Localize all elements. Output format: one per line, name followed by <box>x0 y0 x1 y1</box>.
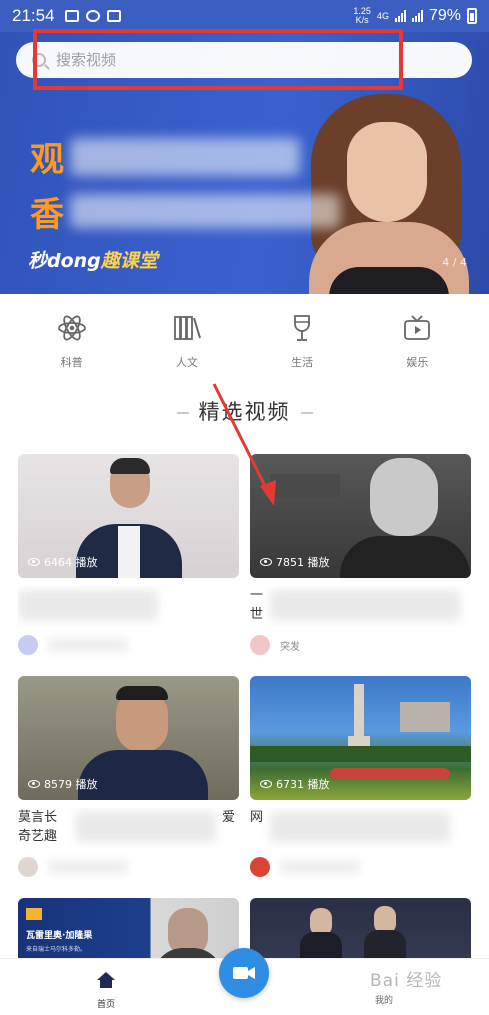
category-science[interactable]: 科普 <box>27 294 117 380</box>
author-name-blurred <box>48 638 128 652</box>
home-icon <box>97 972 115 988</box>
nav-home[interactable]: 首页 <box>84 971 128 1010</box>
video-author[interactable] <box>250 856 471 878</box>
view-count-text: 8579 播放 <box>44 778 98 791</box>
view-count: 7851 播放 <box>260 554 330 570</box>
author-name-blurred <box>48 860 128 874</box>
video-author[interactable] <box>18 856 239 878</box>
signal-icon <box>394 10 406 22</box>
record-video-button[interactable] <box>219 948 269 998</box>
banner-title-blur-2 <box>70 194 340 228</box>
status-bar: 21:54 1.25 K/s 4G 79% <box>0 0 489 32</box>
video-author[interactable] <box>18 634 239 656</box>
sync-notification-icon <box>85 10 100 22</box>
video-title-text: 一 世 <box>250 588 264 622</box>
category-entertainment[interactable]: 娱乐 <box>372 294 462 380</box>
title-dash-left <box>176 412 189 414</box>
brand-right: 趣课堂 <box>100 250 158 272</box>
app-notification-icon <box>106 10 121 22</box>
avatar <box>18 857 38 877</box>
video-thumbnail[interactable]: 6464 播放 <box>18 454 239 578</box>
watermark: Bai 经验 <box>370 971 443 991</box>
view-count-text: 7851 播放 <box>276 556 330 569</box>
avatar <box>250 635 270 655</box>
status-right-group: 1.25 K/s 4G 79% <box>353 7 477 25</box>
atom-icon <box>57 315 86 341</box>
category-label: 生活 <box>291 356 314 369</box>
status-time: 21:54 <box>12 6 55 25</box>
video-title[interactable]: 莫言长 奇艺趣 爱 <box>18 808 239 848</box>
video-author[interactable]: 突发 <box>250 634 471 656</box>
video-thumbnail[interactable]: 6731 播放 <box>250 676 471 800</box>
video-thumbnail[interactable]: 7851 播放 <box>250 454 471 578</box>
banner-title-line2: 香 <box>30 195 65 235</box>
network-speed-unit: K/s <box>355 15 369 25</box>
network-type: 4G <box>376 11 389 21</box>
eye-icon <box>260 780 272 788</box>
network-speed: 1.25 K/s <box>353 7 371 25</box>
video-title-text: 网 <box>250 810 264 825</box>
wine-glass-icon <box>294 315 311 341</box>
avatar <box>250 857 270 877</box>
banner-pager: 4 / 4 <box>442 256 467 269</box>
video-title[interactable]: 网 <box>250 808 471 848</box>
category-label: 娱乐 <box>406 356 429 369</box>
nav-home-label: 首页 <box>96 1000 115 1010</box>
search-icon <box>32 53 46 67</box>
eye-icon <box>28 780 40 788</box>
author-name-blurred <box>280 860 360 874</box>
search-bar[interactable] <box>16 42 472 78</box>
video-card[interactable]: 6731 播放 网 <box>250 676 471 878</box>
category-label: 人文 <box>175 356 198 369</box>
banner-person-face <box>347 122 427 222</box>
tv-icon <box>404 315 431 340</box>
section-title: 精选视频 <box>0 396 489 426</box>
video-card[interactable]: 7851 播放 一 世 突发 <box>250 454 471 656</box>
view-count: 6464 播放 <box>28 554 98 570</box>
view-count: 8579 播放 <box>28 776 98 792</box>
title-dash-right <box>300 412 313 414</box>
view-count: 6731 播放 <box>260 776 330 792</box>
video-card[interactable]: 6464 播放 <box>18 454 239 656</box>
category-bar: 科普 人文 生活 娱乐 <box>0 294 489 380</box>
section-title-text: 精选视频 <box>198 400 291 424</box>
video-card[interactable]: 8579 播放 莫言长 奇艺趣 爱 <box>18 676 239 878</box>
video-title-text: 莫言长 奇艺趣 <box>18 810 58 844</box>
thumb-caption-2: 来自瑞士马尔科多勒。 <box>26 946 87 953</box>
avatar <box>18 635 38 655</box>
signal-2-icon <box>411 10 423 22</box>
app-screen: 21:54 1.25 K/s 4G 79% 观 香 秒dong趣课堂 4 / 4 <box>0 0 489 1015</box>
category-life[interactable]: 生活 <box>257 294 347 380</box>
video-thumbnail[interactable]: 8579 播放 <box>18 676 239 800</box>
eye-icon <box>260 558 272 566</box>
author-name: 突发 <box>280 641 300 653</box>
video-title[interactable]: 一 世 <box>250 586 471 626</box>
view-count-text: 6731 播放 <box>276 778 330 791</box>
banner-person-dress <box>329 267 449 294</box>
battery-icon <box>467 8 477 24</box>
eye-icon <box>28 558 40 566</box>
brand-left: 秒dong <box>28 250 101 272</box>
view-count-text: 6464 播放 <box>44 556 98 569</box>
banner-title-blur-1 <box>70 138 300 176</box>
battery-percent: 79% <box>428 7 461 24</box>
banner-title-line1: 观 <box>30 140 65 180</box>
category-label: 科普 <box>60 356 83 369</box>
books-icon <box>173 316 201 340</box>
gallery-notification-icon <box>64 10 79 22</box>
video-camera-icon <box>233 967 255 979</box>
video-title[interactable] <box>18 586 239 626</box>
category-humanities[interactable]: 人文 <box>142 294 232 380</box>
nav-mine-label: 我的 <box>374 996 393 1006</box>
thumb-caption-1: 瓦雷里奥·加隆果 <box>26 931 93 941</box>
video-title-end: 爱 <box>221 810 235 825</box>
search-input[interactable] <box>56 51 436 69</box>
banner-brand-logo: 秒dong趣课堂 <box>28 246 158 273</box>
